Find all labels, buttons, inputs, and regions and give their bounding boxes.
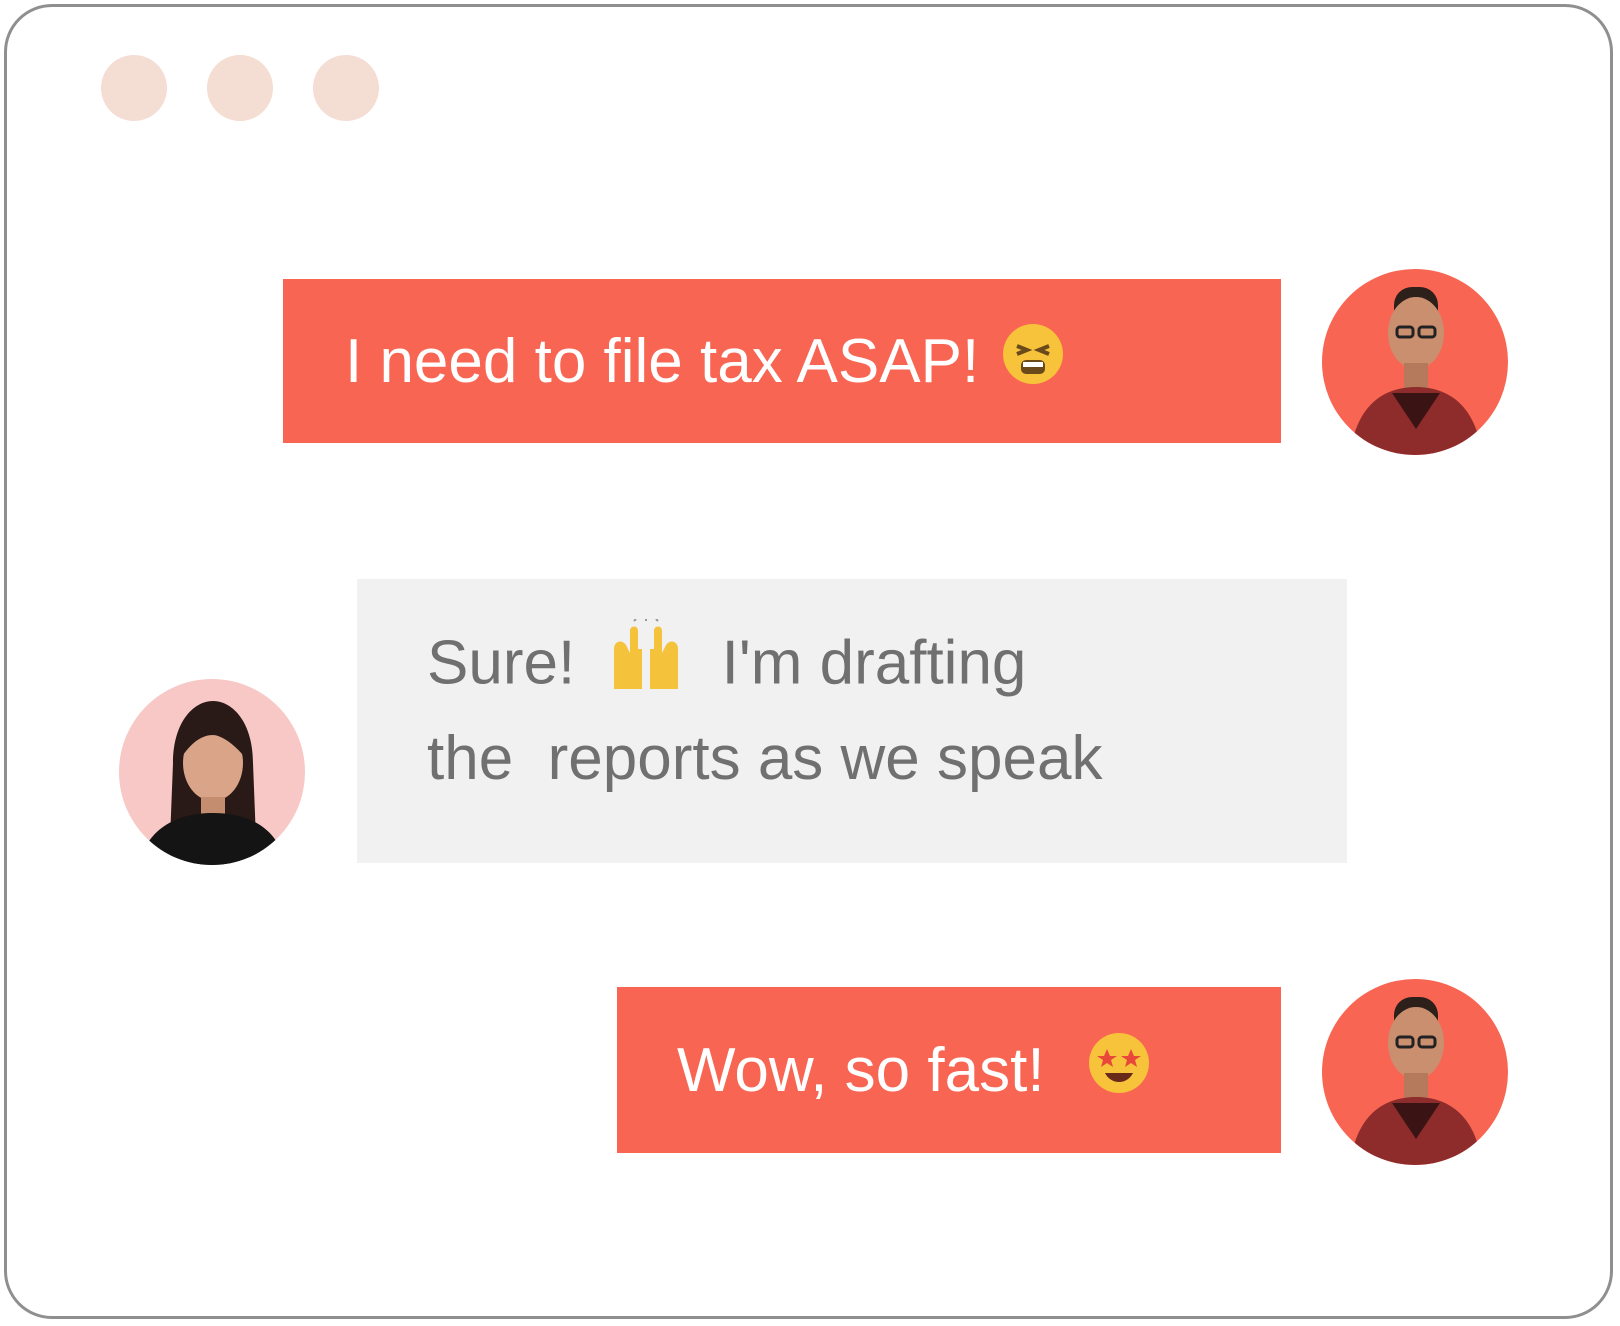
message-line-1: Sure! I'm drafting	[427, 618, 1347, 715]
tired-face-emoji-icon	[1001, 322, 1065, 401]
avatar-user-2[interactable]	[119, 679, 305, 865]
message-text-prefix: Sure!	[427, 628, 576, 698]
message-line-2: the reports as we speak	[427, 724, 1103, 793]
window-controls	[101, 55, 379, 121]
message-text-suffix: I'm drafting	[721, 628, 1027, 698]
star-struck-emoji-icon	[1087, 1031, 1151, 1110]
message-text: Wow, so fast!	[677, 1035, 1045, 1105]
window-dot-2[interactable]	[207, 55, 273, 121]
raising-hands-emoji-icon	[608, 618, 684, 715]
outgoing-message-1: I need to file tax ASAP!	[283, 279, 1281, 443]
incoming-message-2: Sure! I'm drafting the reports as we spe…	[357, 579, 1347, 863]
outgoing-message-3: Wow, so fast!	[617, 987, 1281, 1153]
message-text: I need to file tax ASAP!	[345, 326, 980, 396]
chat-window: I need to file tax ASAP! Sure! I'm draft…	[4, 4, 1613, 1319]
window-dot-1[interactable]	[101, 55, 167, 121]
avatar-user-1[interactable]	[1322, 269, 1508, 455]
avatar-user-1-repeat[interactable]	[1322, 979, 1508, 1165]
window-dot-3[interactable]	[313, 55, 379, 121]
